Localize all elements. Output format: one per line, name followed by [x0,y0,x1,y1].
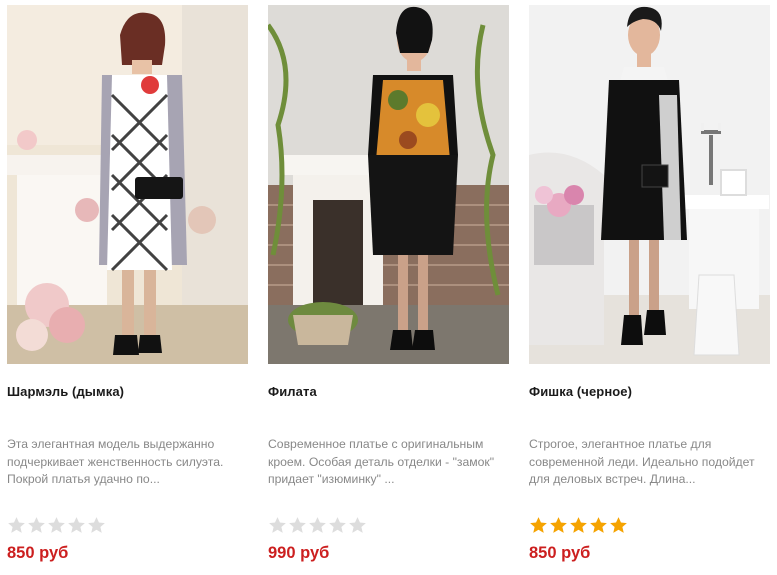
star-empty-icon[interactable] [268,516,287,535]
product-description: Строгое, элегантное платье для современн… [529,437,755,486]
star-empty-icon[interactable] [7,516,26,535]
star-empty-icon[interactable] [27,516,46,535]
product-photo-fishka[interactable] [529,5,770,364]
product-title[interactable]: Филата [268,384,317,399]
product-price: 850 руб [7,544,69,562]
product-title[interactable]: Фишка (черное) [529,384,632,399]
product-photo-filata[interactable] [268,5,509,364]
product-card-filata[interactable]: Филата Современное платье с оригинальным… [268,0,509,575]
star-filled-icon[interactable] [589,516,608,535]
product-photo-image [529,5,770,364]
product-title[interactable]: Шармэль (дымка) [7,384,124,399]
product-card-sharmel[interactable]: Шармэль (дымка) Эта элегантная модель вы… [7,0,248,575]
product-photo-image [268,5,509,364]
product-price: 850 руб [529,544,591,562]
star-filled-icon[interactable] [569,516,588,535]
product-photo-image [7,5,248,364]
product-description: Современное платье с оригинальным кроем.… [268,437,495,486]
product-price: 990 руб [268,544,330,562]
star-empty-icon[interactable] [308,516,327,535]
product-grid: Шармэль (дымка) Эта элегантная модель вы… [0,0,777,575]
star-empty-icon[interactable] [348,516,367,535]
star-filled-icon[interactable] [549,516,568,535]
rating-stars[interactable] [529,516,628,536]
rating-stars[interactable] [268,516,367,536]
rating-stars[interactable] [7,516,106,536]
product-description: Эта элегантная модель выдержанно подчерк… [7,437,224,486]
product-card-fishka[interactable]: Фишка (черное) Строгое, элегантное плать… [529,0,770,575]
star-empty-icon[interactable] [87,516,106,535]
star-empty-icon[interactable] [288,516,307,535]
star-empty-icon[interactable] [328,516,347,535]
star-filled-icon[interactable] [609,516,628,535]
star-empty-icon[interactable] [47,516,66,535]
star-empty-icon[interactable] [67,516,86,535]
product-photo-sharmel[interactable] [7,5,248,364]
star-filled-icon[interactable] [529,516,548,535]
